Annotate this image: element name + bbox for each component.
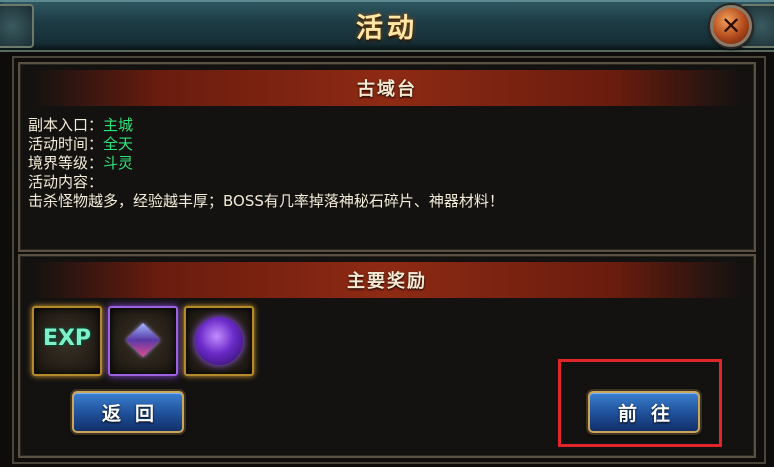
content-text: 击杀怪物越多，经验越丰厚；BOSS有几率掉落神秘石碎片、神器材料！ — [28, 192, 504, 210]
reward-panel-header: 主要奖励 — [32, 262, 742, 298]
level-row: 境界等级：斗灵 — [28, 154, 504, 173]
dungeon-name: 古域台 — [357, 79, 417, 100]
close-button[interactable]: ✕ — [710, 5, 752, 47]
orb-item[interactable] — [184, 306, 254, 376]
entry-row: 副本入口：主城 — [28, 116, 504, 135]
purple-orb-icon — [195, 317, 243, 365]
close-icon: ✕ — [720, 12, 742, 40]
exp-icon: EXP — [42, 326, 92, 351]
entry-value: 主城 — [103, 116, 134, 134]
gem-icon — [126, 323, 160, 357]
level-value: 斗灵 — [103, 154, 134, 172]
reward-items: EXP — [32, 306, 254, 376]
reward-title: 主要奖励 — [347, 271, 427, 292]
info-panel-header: 古域台 — [32, 70, 742, 106]
highlight-box — [558, 359, 722, 447]
back-button-label: 返回 — [101, 402, 168, 425]
time-value: 全天 — [103, 135, 134, 153]
back-button[interactable]: 返回 — [72, 391, 184, 433]
time-label: 活动时间： — [28, 135, 104, 153]
exp-item[interactable]: EXP — [32, 306, 102, 376]
level-label: 境界等级： — [28, 154, 104, 172]
window-title: 活动 — [356, 13, 418, 44]
gem-item[interactable] — [108, 306, 178, 376]
info-lines: 副本入口：主城 活动时间：全天 境界等级：斗灵 活动内容： 击杀怪物越多，经验越… — [28, 116, 504, 211]
time-row: 活动时间：全天 — [28, 135, 504, 154]
entry-label: 副本入口： — [28, 116, 104, 134]
title-bar: 活动 — [0, 0, 774, 52]
activity-info-panel: 古域台 副本入口：主城 活动时间：全天 境界等级：斗灵 活动内容： 击杀怪物越多… — [18, 62, 756, 252]
content-label: 活动内容： — [28, 173, 104, 191]
